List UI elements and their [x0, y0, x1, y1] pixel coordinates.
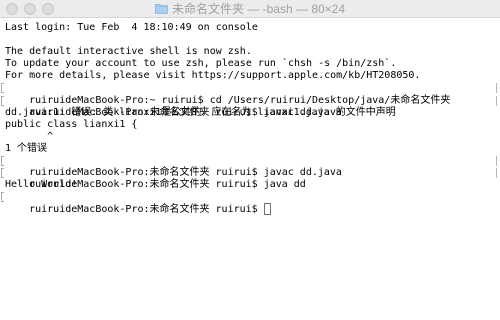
prompt-mark	[1, 168, 4, 179]
line-text: 1 个错误	[5, 142, 48, 154]
program-output-line: Hello World!	[5, 179, 500, 191]
shell-notice-line: The default interactive shell is now zsh…	[5, 46, 500, 58]
error-caret-line: ^	[5, 131, 500, 143]
line-text: For more details, please visit https://s…	[5, 70, 421, 82]
compiler-error-line: dd.java:1: 错误: 类 lianxi1是公共的，应在名为 lianxi…	[5, 107, 500, 119]
line-text: Last login: Tue Feb 4 18:10:49 on consol…	[5, 22, 258, 33]
prompt-line: ruiruideMacBook-Pro:未命名文件夹 ruirui$ javac…	[1, 155, 500, 178]
line-text: ^	[5, 130, 54, 142]
line-text: ruiruideMacBook-Pro:未命名文件夹 ruirui$	[29, 204, 264, 216]
window-title: 未命名文件夹 — -bash — 80×24	[171, 2, 346, 16]
window-title-group: 未命名文件夹 — -bash — 80×24	[0, 0, 500, 17]
line-text: To update your account to use zsh, pleas…	[5, 58, 397, 70]
prompt-mark-right	[496, 168, 497, 179]
prompt-mark	[1, 156, 4, 167]
last-login-line: Last login: Tue Feb 4 18:10:49 on consol…	[5, 22, 500, 34]
line-text: dd.java:1: 错误: 类 lianxi1是公共的，应在名为 lianxi…	[5, 106, 396, 118]
prompt-mark-right	[496, 83, 497, 94]
prompt-line: ruiruideMacBook-Pro:未命名文件夹 ruirui$ java …	[1, 167, 500, 190]
prompt-line: ruiruideMacBook-Pro:~ ruirui$ cd /Users/…	[1, 82, 500, 106]
text-cursor	[263, 203, 271, 216]
terminal-output[interactable]: Last login: Tue Feb 4 18:10:49 on consol…	[0, 18, 500, 320]
active-prompt-line[interactable]: ruiruideMacBook-Pro:未命名文件夹 ruirui$	[1, 191, 500, 216]
prompt-mark	[1, 83, 4, 94]
title-bar[interactable]: 未命名文件夹 — -bash — 80×24	[0, 0, 500, 18]
folder-icon	[155, 3, 168, 14]
prompt-mark	[1, 192, 4, 203]
prompt-line: ruiruideMacBook-Pro:未命名文件夹 ruirui$ javac…	[1, 95, 500, 118]
error-count-line: 1 个错误	[5, 143, 500, 155]
line-text: Hello World!	[5, 179, 78, 191]
source-line: public class lianxi1 {	[5, 119, 500, 131]
line-text: public class lianxi1 {	[5, 118, 138, 130]
shell-notice-line: To update your account to use zsh, pleas…	[5, 58, 500, 70]
prompt-mark-right	[496, 156, 497, 167]
line-text: The default interactive shell is now zsh…	[5, 46, 252, 58]
prompt-mark-right	[496, 95, 497, 106]
shell-notice-line: For more details, please visit https://s…	[5, 70, 500, 82]
prompt-mark	[1, 95, 4, 106]
